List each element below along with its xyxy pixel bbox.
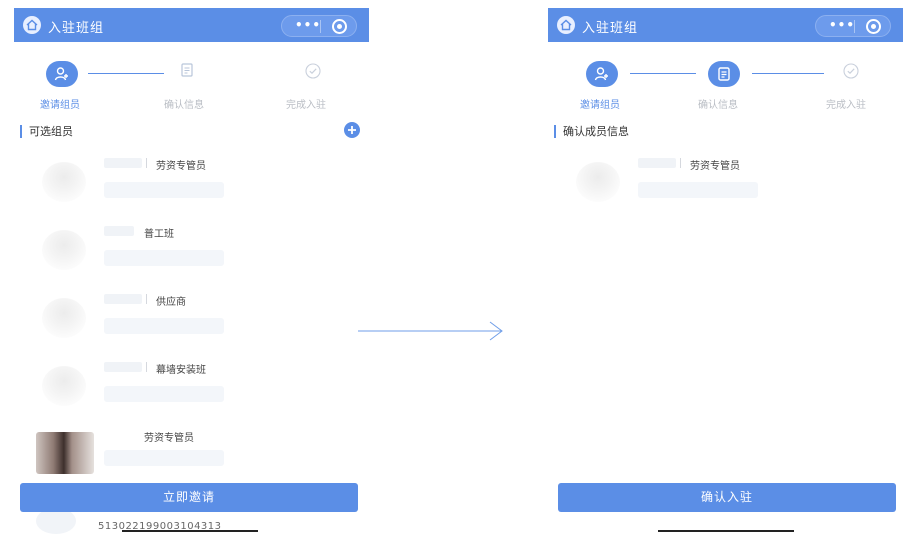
name-divider [146,158,147,168]
user-add-icon [46,61,78,87]
step-connector [630,73,696,74]
member-row: 劳资专管员 [548,152,903,216]
document-icon [708,61,740,87]
avatar [42,298,86,338]
step-invite [46,61,78,87]
target-icon[interactable] [332,19,347,34]
step-label-complete: 完成入驻 [826,100,866,111]
home-indicator [122,530,258,532]
member-row[interactable]: 供应商 [14,288,369,352]
left-phone-screen: 入驻班组 ••• 邀请组员 确认信息 完成入驻 可选组员 劳资专管员 普工班 供… [14,8,369,534]
member-role: 普工班 [144,229,174,240]
home-icon[interactable] [557,16,575,34]
step-invite [586,61,618,87]
step-label-confirm: 确认信息 [698,100,738,111]
member-role: 劳资专管员 [156,161,206,172]
step-label-confirm: 确认信息 [164,100,204,111]
right-phone-screen: 入驻班组 ••• 邀请组员 确认信息 完成入驻 确认成员信息 劳资专管员 确认入… [548,8,903,534]
avatar [42,366,86,406]
name-masked [104,158,142,168]
id-masked [104,250,224,266]
member-role: 劳资专管员 [690,161,740,172]
id-masked [104,182,224,198]
member-role: 幕墙安装班 [156,365,206,376]
name-divider [146,362,147,372]
id-masked [638,182,758,198]
capsule-divider [320,20,321,33]
member-row[interactable]: 普工班 [14,220,369,284]
avatar-photo [36,432,94,474]
step-confirm [708,61,740,87]
title-bar: 入驻班组 ••• [548,8,903,42]
name-masked [104,294,142,304]
confirm-join-button[interactable]: 确认入驻 [558,483,896,512]
add-icon[interactable] [344,122,360,138]
home-indicator [658,530,794,532]
title-bar: 入驻班组 ••• [14,8,369,42]
step-complete [842,62,860,80]
check-circle-icon [843,63,859,79]
member-row[interactable]: 幕墙安装班 [14,356,369,420]
member-row[interactable]: 劳资专管员 [14,152,369,216]
avatar [42,230,86,270]
step-connector [88,73,164,74]
section-title: 确认成员信息 [554,125,629,138]
target-icon[interactable] [866,19,881,34]
avatar [42,162,86,202]
step-label-complete: 完成入驻 [286,100,326,111]
id-masked [104,318,224,334]
page-title: 入驻班组 [48,21,105,36]
step-confirm [179,62,197,80]
more-icon[interactable]: ••• [295,18,321,32]
name-divider [146,294,147,304]
invite-button[interactable]: 立即邀请 [20,483,358,512]
member-role: 劳资专管员 [144,433,194,444]
step-label-invite: 邀请组员 [580,100,620,111]
mini-program-capsule: ••• [815,15,891,37]
page-title: 入驻班组 [582,21,639,36]
check-circle-icon [305,63,321,79]
name-masked [104,226,134,236]
section-title: 可选组员 [20,125,73,138]
id-masked [104,386,224,402]
name-masked [638,158,676,168]
id-masked [104,450,224,466]
home-icon[interactable] [23,16,41,34]
step-complete [304,62,322,80]
user-add-icon [586,61,618,87]
member-row[interactable]: 劳资专管员 [14,424,369,488]
arrow-right-icon [358,321,503,341]
name-masked [104,362,142,372]
more-icon[interactable]: ••• [829,18,855,32]
step-connector [752,73,824,74]
avatar [576,162,620,202]
name-divider [680,158,681,168]
mini-program-capsule: ••• [281,15,357,37]
document-icon [181,63,193,77]
capsule-divider [854,20,855,33]
step-label-invite: 邀请组员 [40,100,80,111]
member-role: 供应商 [156,297,186,308]
